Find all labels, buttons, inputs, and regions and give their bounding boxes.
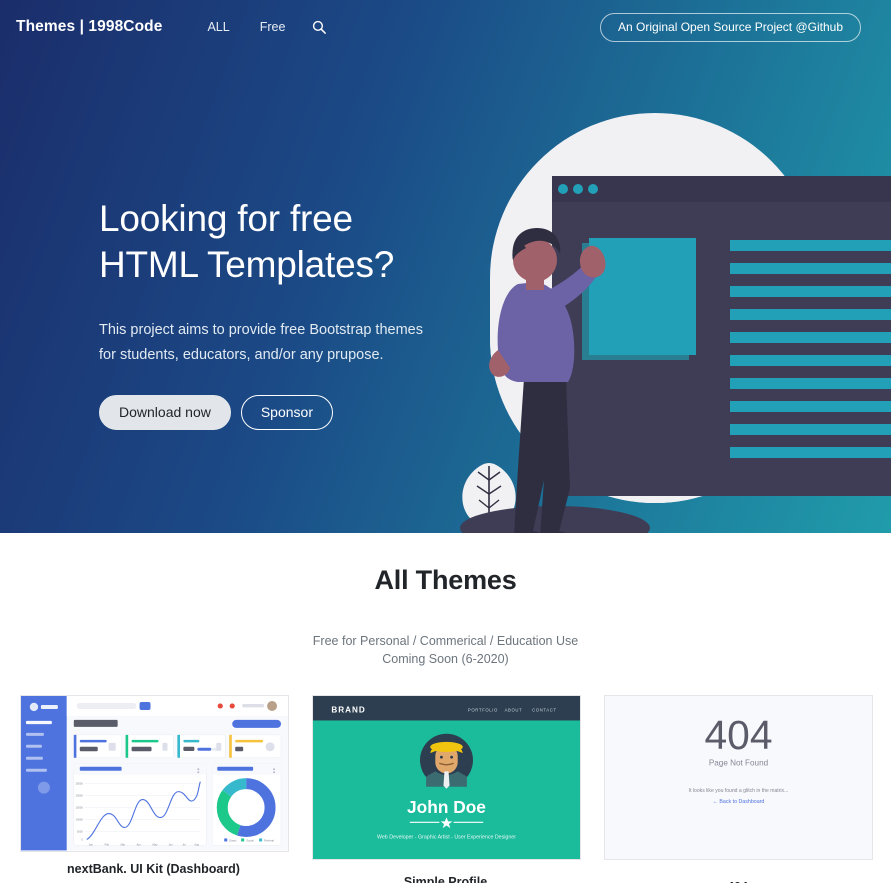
theme-preview-profile[interactable]: BRAND PORTFOLIO ABOUT CONTACT John Doe W… [312, 695, 581, 861]
theme-card-caption: Simple Profile [403, 875, 488, 883]
svg-text:BRAND: BRAND [331, 706, 366, 715]
svg-text:Feb: Feb [105, 843, 110, 847]
svg-text:It looks like you found a glit: It looks like you found a glitch in the … [689, 788, 789, 794]
svg-text:Web Developer - Graphic Artist: Web Developer - Graphic Artist - User Ex… [377, 835, 516, 841]
hero-section: Themes | 1998Code ALL Free An Original O… [0, 0, 891, 533]
svg-text:CONTACT: CONTACT [532, 708, 557, 713]
nav-links: ALL Free [192, 14, 338, 40]
search-icon[interactable] [300, 14, 338, 40]
section-subtitle-line-2: Coming Soon (6-2020) [382, 652, 509, 667]
svg-text:Jun: Jun [168, 843, 173, 847]
svg-text:Referral: Referral [264, 839, 274, 843]
theme-card-404[interactable]: 404 Page Not Found It looks like you fou… [604, 695, 873, 883]
nav-link-free[interactable]: Free [245, 14, 301, 40]
svg-text:Aug: Aug [194, 843, 199, 847]
nav-link-all[interactable]: ALL [192, 14, 244, 40]
section-subtitle: Free for Personal / Commerical / Educati… [0, 632, 891, 668]
download-now-button[interactable]: Download now [99, 394, 231, 430]
theme-card-nextbank[interactable]: 25000 20000 15000 10000 5000 0 Jan Feb M… [20, 695, 289, 876]
svg-text:10000: 10000 [76, 818, 84, 822]
sponsor-button[interactable]: Sponsor [240, 394, 333, 430]
page-title: Looking for free HTML Templates? [99, 196, 459, 288]
svg-text:15000: 15000 [76, 806, 84, 810]
svg-text:PORTFOLIO: PORTFOLIO [468, 708, 498, 713]
svg-text:Direct: Direct [229, 839, 236, 843]
svg-text:Mar: Mar [121, 843, 126, 847]
brand-logo[interactable]: Themes | 1998Code [16, 18, 162, 36]
svg-text:Jul: Jul [182, 843, 186, 847]
hero-text-block: Looking for free HTML Templates? This pr… [99, 196, 459, 430]
svg-text:Apr: Apr [137, 843, 141, 847]
themes-section: All Themes Free for Personal / Commerica… [0, 533, 891, 883]
svg-text:Social: Social [246, 839, 254, 843]
top-navbar: Themes | 1998Code ALL Free An Original O… [0, 0, 891, 54]
hero-title-line-2: HTML Templates? [99, 243, 395, 285]
theme-card-grid: 25000 20000 15000 10000 5000 0 Jan Feb M… [0, 695, 891, 883]
theme-card-caption: nextBank. UI Kit (Dashboard) [67, 861, 240, 876]
svg-text:20000: 20000 [76, 794, 84, 798]
svg-text:25000: 25000 [76, 782, 84, 786]
section-title: All Themes [374, 565, 517, 595]
svg-text:May: May [153, 843, 159, 847]
svg-text:ABOUT: ABOUT [505, 708, 523, 713]
hero-subtitle: This project aims to provide free Bootst… [99, 321, 423, 363]
svg-text:← Back to Dashboard: ← Back to Dashboard [713, 799, 765, 805]
theme-preview-404[interactable]: 404 Page Not Found It looks like you fou… [604, 695, 873, 861]
theme-card-simple-profile[interactable]: BRAND PORTFOLIO ABOUT CONTACT John Doe W… [312, 695, 581, 883]
theme-preview-dashboard[interactable]: 25000 20000 15000 10000 5000 0 Jan Feb M… [20, 695, 289, 852]
svg-text:John Doe: John Doe [407, 797, 486, 817]
github-badge[interactable]: An Original Open Source Project @Github [600, 13, 861, 42]
svg-text:404: 404 [704, 712, 772, 758]
hero-title-line-1: Looking for free [99, 198, 353, 239]
hero-buttons: Download now Sponsor [99, 394, 459, 430]
developer-at-browser-illustration [440, 88, 891, 533]
svg-text:Jan: Jan [89, 843, 94, 847]
page-root: Themes | 1998Code ALL Free An Original O… [0, 0, 891, 883]
svg-text:5000: 5000 [77, 830, 83, 834]
section-subtitle-line-1: Free for Personal / Commerical / Educati… [312, 634, 579, 648]
svg-text:Page Not Found: Page Not Found [709, 759, 768, 768]
hero-clip: Themes | 1998Code ALL Free An Original O… [0, 0, 891, 533]
